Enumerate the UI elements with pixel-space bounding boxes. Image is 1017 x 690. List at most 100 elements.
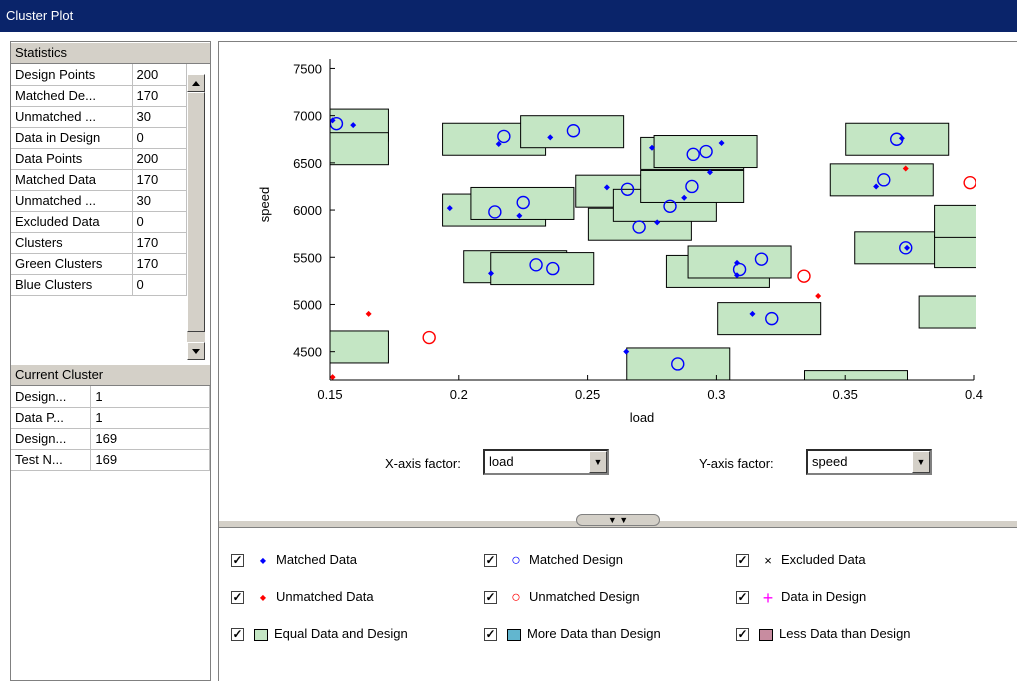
- row-label: Unmatched ...: [11, 190, 133, 212]
- x-axis-label: load: [630, 410, 655, 425]
- cluster-rect: [918, 295, 976, 329]
- dot-red-icon: ◆: [259, 592, 267, 602]
- legend-item: ✓ Less Data than Design: [736, 624, 911, 644]
- row-value: 0: [132, 274, 187, 296]
- scroll-thumb[interactable]: [187, 92, 205, 332]
- legend-checkbox[interactable]: ✓: [484, 591, 497, 605]
- legend-label: Matched Data: [276, 552, 357, 567]
- table-row[interactable]: Design Points 200: [11, 64, 187, 86]
- row-value: 170: [132, 253, 187, 275]
- cluster-rect: [829, 163, 934, 197]
- row-label: Matched Data: [11, 169, 133, 191]
- table-row[interactable]: Matched Data 170: [11, 169, 187, 191]
- y-tick-label: 4500: [293, 345, 322, 360]
- legend-item: ✓ ○ Unmatched Design: [484, 587, 640, 607]
- color-swatch-icon: [759, 628, 773, 641]
- legend-checkbox[interactable]: ✓: [736, 591, 749, 605]
- unmatched-design-point: [422, 330, 436, 345]
- dot-blue-icon: ◆: [259, 555, 267, 565]
- row-value: 1: [90, 386, 210, 408]
- arrow-down-icon: [192, 349, 200, 354]
- legend-checkbox[interactable]: ✓: [231, 628, 244, 642]
- chevron-down-icon[interactable]: ▼: [589, 451, 607, 473]
- table-row[interactable]: Data Points 200: [11, 148, 187, 170]
- table-row[interactable]: Unmatched ... 30: [11, 106, 187, 128]
- row-label: Clusters: [11, 232, 133, 254]
- table-row[interactable]: Matched De... 170: [11, 85, 187, 107]
- table-row[interactable]: Design... 1: [11, 386, 210, 408]
- y-axis-factor-select[interactable]: speed ▼: [806, 449, 932, 475]
- cluster-rect: [490, 252, 595, 286]
- table-row[interactable]: Test N... 169: [11, 449, 210, 471]
- cross-icon: ×: [764, 552, 772, 568]
- legend-item: ✓ Equal Data and Design: [231, 624, 408, 644]
- legend-label: Unmatched Design: [529, 589, 640, 604]
- plot-area: [330, 108, 989, 380]
- window-title-bar: Cluster Plot: [0, 0, 1017, 32]
- legend-item: ✓ ○ Matched Design: [484, 550, 623, 570]
- row-label: Data P...: [11, 407, 92, 429]
- unmatched-data-point: [815, 292, 822, 299]
- table-row[interactable]: Data P... 1: [11, 407, 210, 429]
- row-label: Test N...: [11, 449, 92, 471]
- color-swatch-icon: [254, 628, 268, 641]
- table-row[interactable]: Clusters 170: [11, 232, 187, 254]
- table-row[interactable]: Blue Clusters 0: [11, 274, 187, 296]
- circle-red-icon: ○: [511, 588, 521, 606]
- y-tick-label: 7500: [293, 61, 322, 76]
- cluster-rect: [687, 245, 792, 279]
- scroll-up-button[interactable]: [187, 74, 205, 92]
- statistics-scrollbar[interactable]: [187, 74, 205, 360]
- cluster-rect: [717, 302, 822, 336]
- row-label: Blue Clusters: [11, 274, 133, 296]
- cluster-rect: [626, 347, 731, 380]
- legend-checkbox[interactable]: ✓: [484, 554, 497, 568]
- cluster-rect: [845, 122, 950, 156]
- legend-checkbox[interactable]: ✓: [736, 554, 749, 568]
- x-tick-label: 0.4: [965, 387, 983, 402]
- row-label: Data in Design: [11, 127, 133, 149]
- row-value: 30: [132, 190, 187, 212]
- table-row[interactable]: Green Clusters 170: [11, 253, 187, 275]
- row-label: Excluded Data: [11, 211, 133, 233]
- x-axis-factor-select[interactable]: load ▼: [483, 449, 609, 475]
- y-tick-label: 7000: [293, 109, 322, 124]
- plus-magenta-icon: +: [762, 587, 774, 608]
- table-row[interactable]: Excluded Data 0: [11, 211, 187, 233]
- legend-checkbox[interactable]: ✓: [484, 628, 497, 642]
- x-axis-factor-value: load: [489, 454, 514, 469]
- table-row[interactable]: Unmatched ... 30: [11, 190, 187, 212]
- row-value: 0: [132, 211, 187, 233]
- x-tick-label: 0.3: [707, 387, 725, 402]
- row-value: 200: [132, 148, 187, 170]
- row-label: Data Points: [11, 148, 133, 170]
- legend-checkbox[interactable]: ✓: [736, 628, 749, 642]
- splitter-grip-handle[interactable]: ▼ ▼: [576, 514, 660, 526]
- window-title: Cluster Plot: [6, 8, 74, 23]
- unmatched-data-point: [365, 310, 372, 317]
- y-axis-factor-value: speed: [812, 454, 848, 469]
- chevron-down-icon[interactable]: ▼: [912, 451, 930, 473]
- plot-panel: 0.15 0.2 0.25 0.3 0.35 0.4 4500 5000 5500 6000 650…: [218, 41, 1017, 681]
- cluster-rect: [470, 186, 575, 220]
- row-value: 30: [132, 106, 187, 128]
- legend-checkbox[interactable]: ✓: [231, 591, 244, 605]
- legend-checkbox[interactable]: ✓: [231, 554, 244, 568]
- legend-label: Matched Design: [529, 552, 623, 567]
- cluster-plot[interactable]: 0.15 0.2 0.25 0.3 0.35 0.4 4500 5000 5500 6000 650…: [219, 42, 1009, 512]
- y-tick-label: 5000: [293, 297, 322, 312]
- scroll-down-button[interactable]: [187, 342, 205, 360]
- row-value: 170: [132, 85, 187, 107]
- y-axis-factor-label: Y-axis factor:: [699, 456, 774, 471]
- x-axis-factor-label: X-axis factor:: [385, 456, 461, 471]
- table-row[interactable]: Design... 169: [11, 428, 210, 450]
- cluster-rect: [653, 135, 758, 169]
- cluster-rect: [640, 169, 745, 203]
- row-label: Green Clusters: [11, 253, 133, 275]
- color-swatch-icon: [507, 628, 521, 641]
- y-tick-label: 6000: [293, 203, 322, 218]
- legend-label: Equal Data and Design: [274, 626, 408, 641]
- y-tick-label: 5500: [293, 250, 322, 265]
- matched-design-point: [977, 306, 989, 318]
- table-row[interactable]: Data in Design 0: [11, 127, 187, 149]
